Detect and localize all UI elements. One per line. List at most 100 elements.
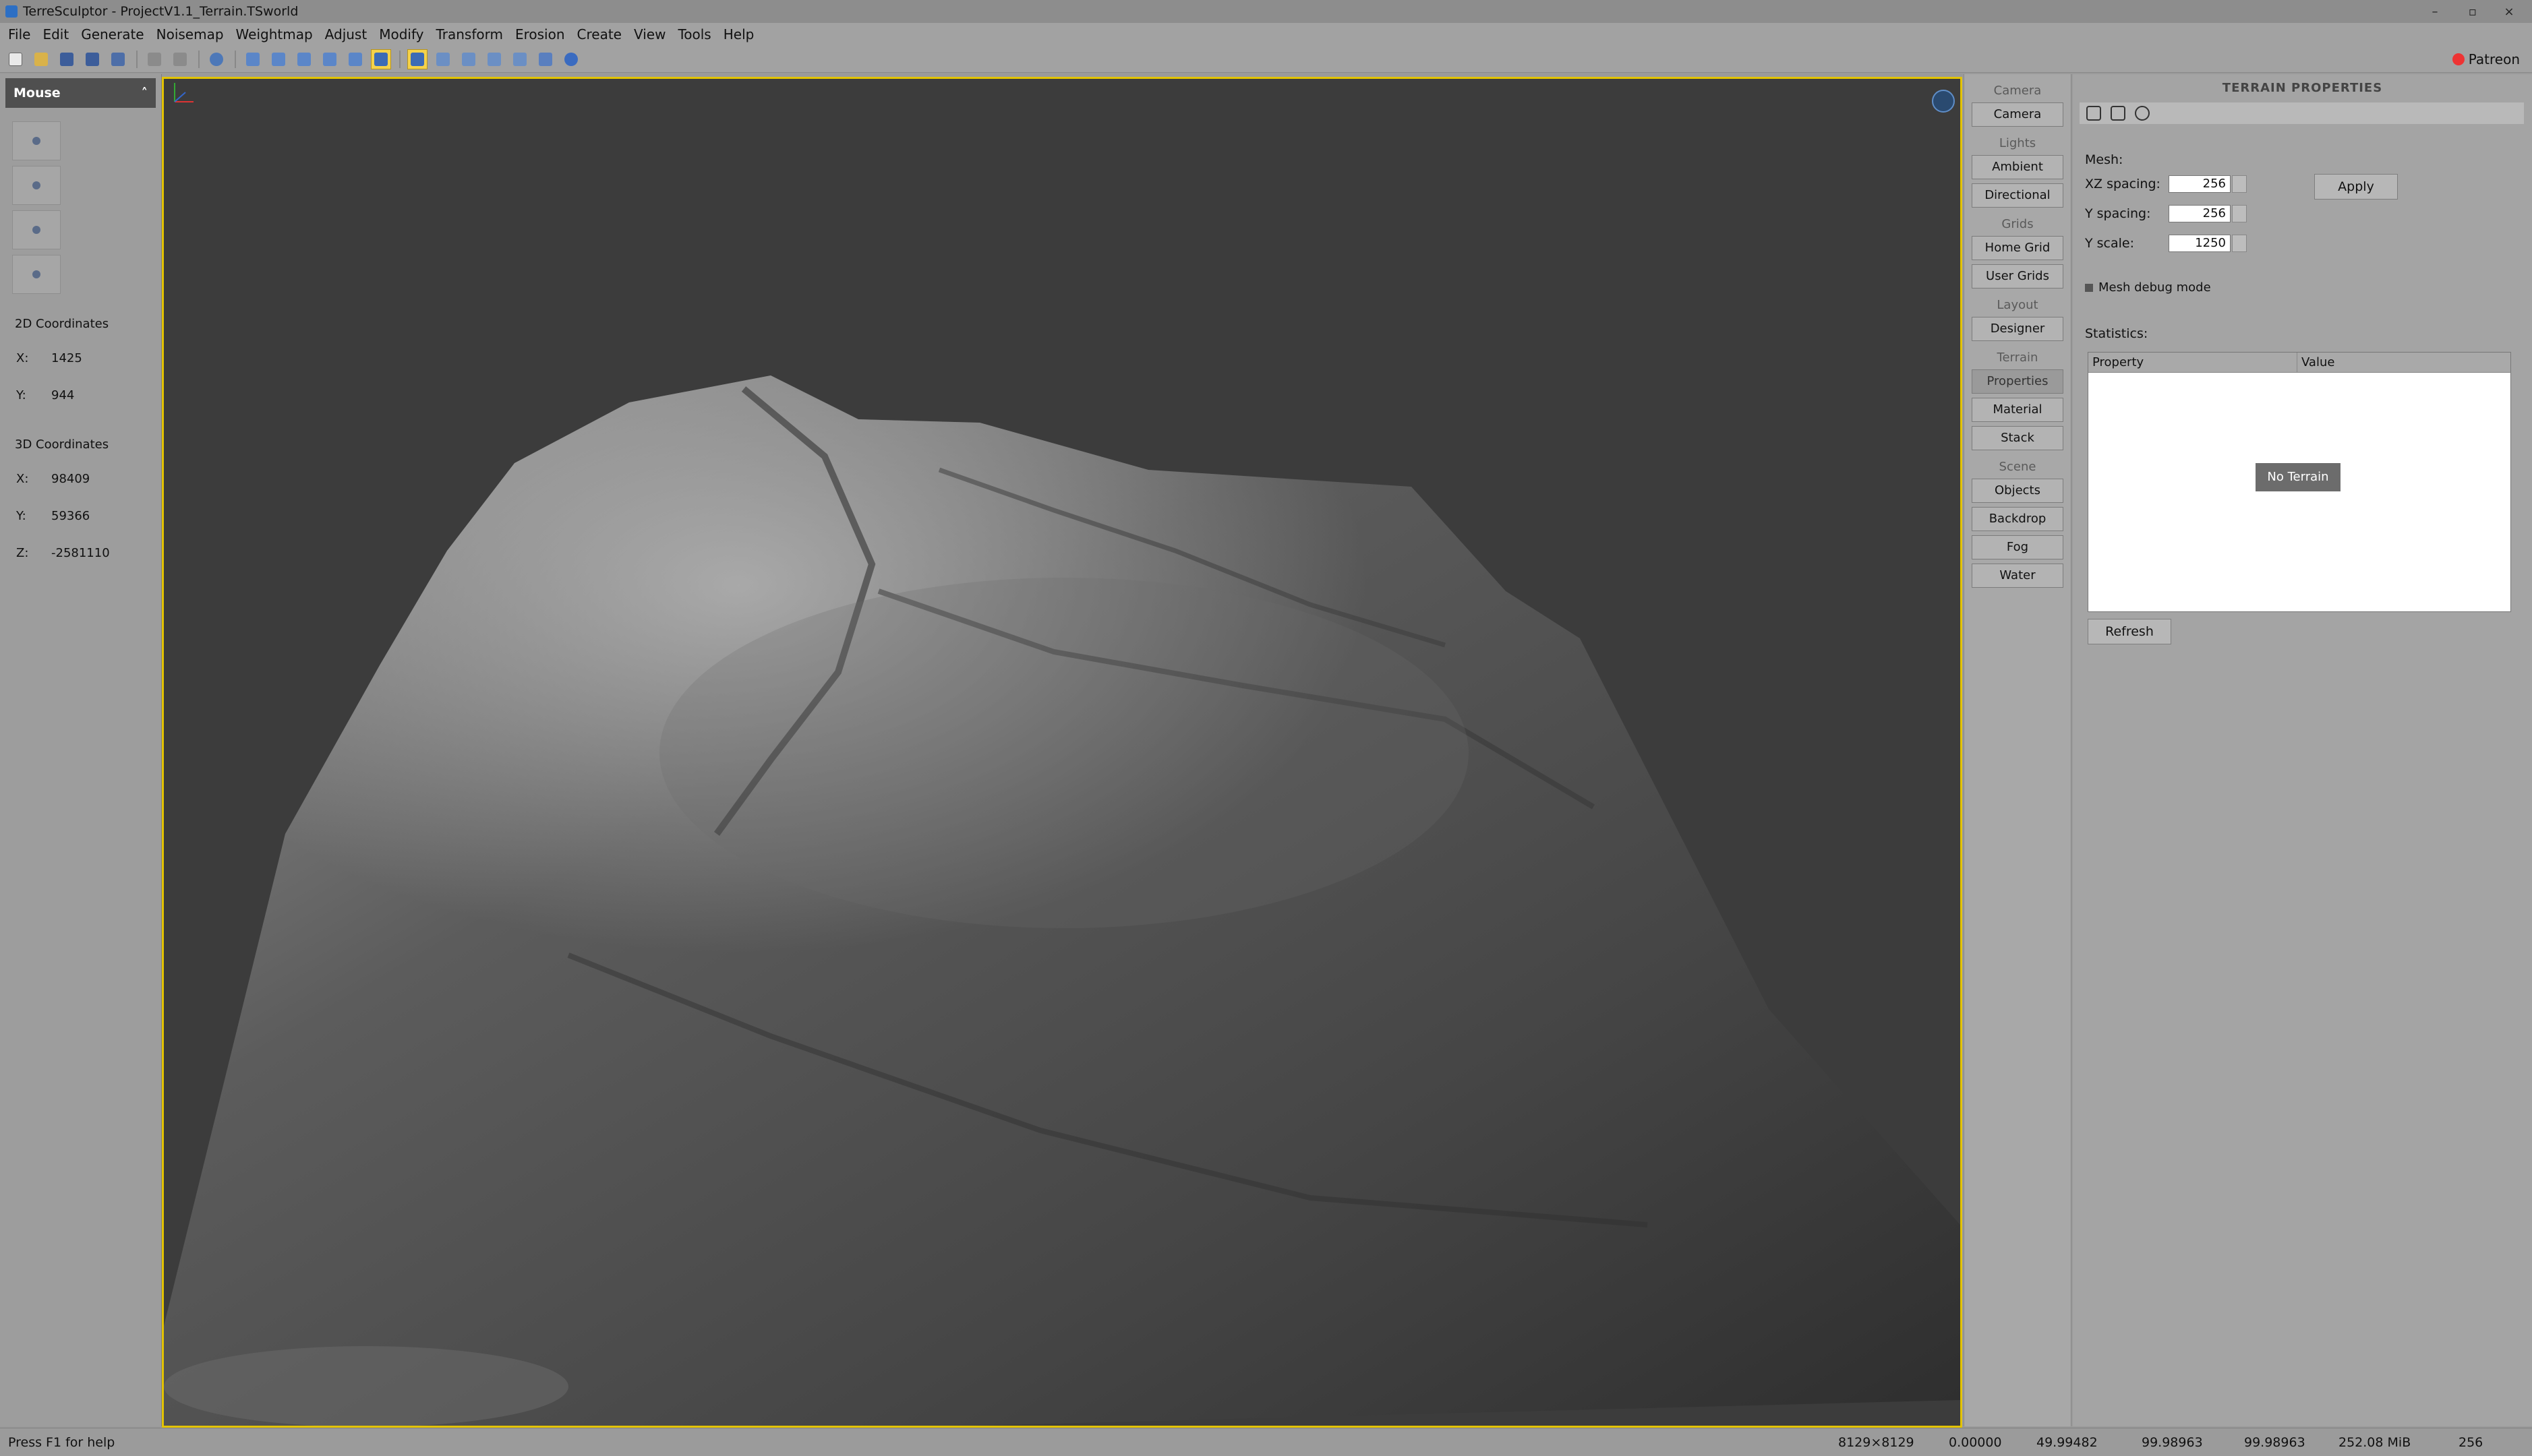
stack-button[interactable]: Stack bbox=[1972, 426, 2063, 450]
patreon-label: Patreon bbox=[2468, 51, 2520, 67]
status-help-text: Press F1 for help bbox=[8, 1435, 115, 1450]
apply-button[interactable]: Apply bbox=[2314, 174, 2398, 200]
menu-erosion[interactable]: Erosion bbox=[511, 26, 573, 42]
directional-button[interactable]: Directional bbox=[1972, 183, 2063, 208]
status-range-value: 99.98963 bbox=[2244, 1435, 2305, 1450]
terrain-properties-panel: TERRAIN PROPERTIES Mesh: XZ spacing: 256… bbox=[2073, 74, 2532, 1426]
coord-3d-z: Z: -2581110 bbox=[16, 546, 110, 560]
water-button[interactable]: Water bbox=[1972, 564, 2063, 588]
zoom-tool-icon bbox=[32, 270, 40, 278]
group-label-grids: Grids bbox=[2001, 217, 2034, 231]
pan-icon bbox=[32, 226, 40, 234]
3d-viewport[interactable] bbox=[162, 77, 1962, 1428]
user-grids-button[interactable]: User Grids bbox=[1972, 264, 2063, 289]
material-button[interactable]: Material bbox=[1972, 398, 2063, 422]
status-mean-value: 49.99482 bbox=[2036, 1435, 2098, 1450]
menu-create[interactable]: Create bbox=[573, 26, 630, 42]
patreon-icon bbox=[2452, 53, 2465, 65]
status-spacing: 256 bbox=[2459, 1435, 2483, 1450]
designer-button[interactable]: Designer bbox=[1972, 317, 2063, 341]
mesh-debug-checkbox[interactable]: Mesh debug mode bbox=[2085, 280, 2211, 295]
axis-gizmo-icon bbox=[174, 83, 194, 102]
y-spacing-row: Y spacing: 256 bbox=[2085, 205, 2247, 222]
import-props-icon[interactable] bbox=[2111, 106, 2125, 121]
menu-edit[interactable]: Edit bbox=[38, 26, 77, 42]
menu-generate[interactable]: Generate bbox=[77, 26, 152, 42]
coord-2d-x: X: 1425 bbox=[16, 351, 82, 365]
group-label-terrain: Terrain bbox=[1997, 351, 2038, 365]
window-title: TerreSculptor - ProjectV1.1_Terrain.TSwo… bbox=[23, 4, 299, 19]
shaded-icon[interactable] bbox=[459, 49, 479, 69]
orbit-tool-button[interactable] bbox=[12, 166, 61, 205]
select-tool-button[interactable] bbox=[12, 121, 61, 160]
sphere-icon[interactable] bbox=[561, 49, 581, 69]
refresh-button[interactable]: Refresh bbox=[2088, 619, 2171, 644]
xz-spacing-input[interactable]: 256 bbox=[2169, 175, 2231, 193]
group-label-camera: Camera bbox=[1993, 84, 2042, 98]
menu-help[interactable]: Help bbox=[719, 26, 763, 42]
view-top-icon[interactable] bbox=[243, 49, 263, 69]
undo-icon[interactable] bbox=[144, 49, 165, 69]
view-right-icon[interactable] bbox=[345, 49, 365, 69]
view-perspective-icon[interactable] bbox=[371, 49, 391, 69]
close-button[interactable]: × bbox=[2493, 0, 2525, 23]
camera-icon[interactable] bbox=[484, 49, 504, 69]
menu-transform[interactable]: Transform bbox=[432, 26, 510, 42]
y-spacing-label: Y spacing: bbox=[2085, 206, 2151, 221]
column-header-value[interactable]: Value bbox=[2297, 353, 2510, 372]
layout-icon[interactable] bbox=[510, 49, 530, 69]
menu-bar: File Edit Generate Noisemap Weightmap Ad… bbox=[0, 23, 2532, 46]
menu-noisemap[interactable]: Noisemap bbox=[152, 26, 232, 42]
save-icon[interactable] bbox=[57, 49, 77, 69]
properties-button[interactable]: Properties bbox=[1972, 369, 2063, 394]
view-side-icon[interactable] bbox=[294, 49, 314, 69]
menu-view[interactable]: View bbox=[630, 26, 674, 42]
menu-file[interactable]: File bbox=[4, 26, 38, 42]
export-props-icon[interactable] bbox=[2086, 106, 2101, 121]
new-icon[interactable] bbox=[5, 49, 26, 69]
zoom-tool-button[interactable] bbox=[12, 255, 61, 294]
fog-button[interactable]: Fog bbox=[1972, 535, 2063, 559]
pan-tool-button[interactable] bbox=[12, 210, 61, 249]
open-icon[interactable] bbox=[31, 49, 51, 69]
minimize-button[interactable]: – bbox=[2419, 0, 2451, 23]
mesh-debug-label: Mesh debug mode bbox=[2098, 280, 2211, 295]
redo-icon[interactable] bbox=[170, 49, 190, 69]
status-max-value: 99.98963 bbox=[2142, 1435, 2203, 1450]
coords-3d-title: 3D Coordinates bbox=[15, 437, 109, 452]
statistics-table[interactable]: Property Value No Terrain bbox=[2088, 352, 2511, 612]
y-scale-input[interactable]: 1250 bbox=[2169, 235, 2231, 252]
objects-button[interactable]: Objects bbox=[1972, 479, 2063, 503]
mouse-panel-header[interactable]: Mouse ˄ bbox=[5, 78, 156, 108]
view-front-icon[interactable] bbox=[268, 49, 289, 69]
menu-modify[interactable]: Modify bbox=[375, 26, 432, 42]
menu-adjust[interactable]: Adjust bbox=[321, 26, 376, 42]
wireframe-icon[interactable] bbox=[433, 49, 453, 69]
save-as-icon[interactable] bbox=[82, 49, 102, 69]
statistics-label: Statistics: bbox=[2085, 326, 2148, 341]
grid-icon[interactable] bbox=[535, 49, 556, 69]
render-mode-icon[interactable] bbox=[407, 49, 428, 69]
zoom-icon[interactable] bbox=[206, 49, 227, 69]
menu-weightmap[interactable]: Weightmap bbox=[232, 26, 321, 42]
navigation-gizmo-icon[interactable] bbox=[1932, 90, 1955, 113]
home-grid-button[interactable]: Home Grid bbox=[1972, 236, 2063, 260]
xz-spacing-spinner[interactable] bbox=[2232, 175, 2247, 193]
y-spacing-spinner[interactable] bbox=[2232, 205, 2247, 222]
menu-tools[interactable]: Tools bbox=[674, 26, 719, 42]
panel-header-title: Mouse bbox=[13, 86, 61, 100]
y-spacing-input[interactable]: 256 bbox=[2169, 205, 2231, 222]
view-left-icon[interactable] bbox=[320, 49, 340, 69]
title-bar: TerreSculptor - ProjectV1.1_Terrain.TSwo… bbox=[0, 0, 2532, 23]
camera-button[interactable]: Camera bbox=[1972, 102, 2063, 127]
backdrop-button[interactable]: Backdrop bbox=[1972, 507, 2063, 531]
ambient-button[interactable]: Ambient bbox=[1972, 155, 2063, 179]
export-icon[interactable] bbox=[108, 49, 128, 69]
y-scale-spinner[interactable] bbox=[2232, 235, 2247, 252]
status-bar: Press F1 for help 8129×8129 0.00000 49.9… bbox=[0, 1428, 2532, 1456]
column-header-property[interactable]: Property bbox=[2088, 353, 2297, 372]
restore-button[interactable]: ▫ bbox=[2456, 0, 2489, 23]
reset-props-icon[interactable] bbox=[2135, 106, 2150, 121]
checkbox-icon bbox=[2085, 283, 2093, 292]
patreon-link[interactable]: Patreon bbox=[2452, 50, 2520, 69]
